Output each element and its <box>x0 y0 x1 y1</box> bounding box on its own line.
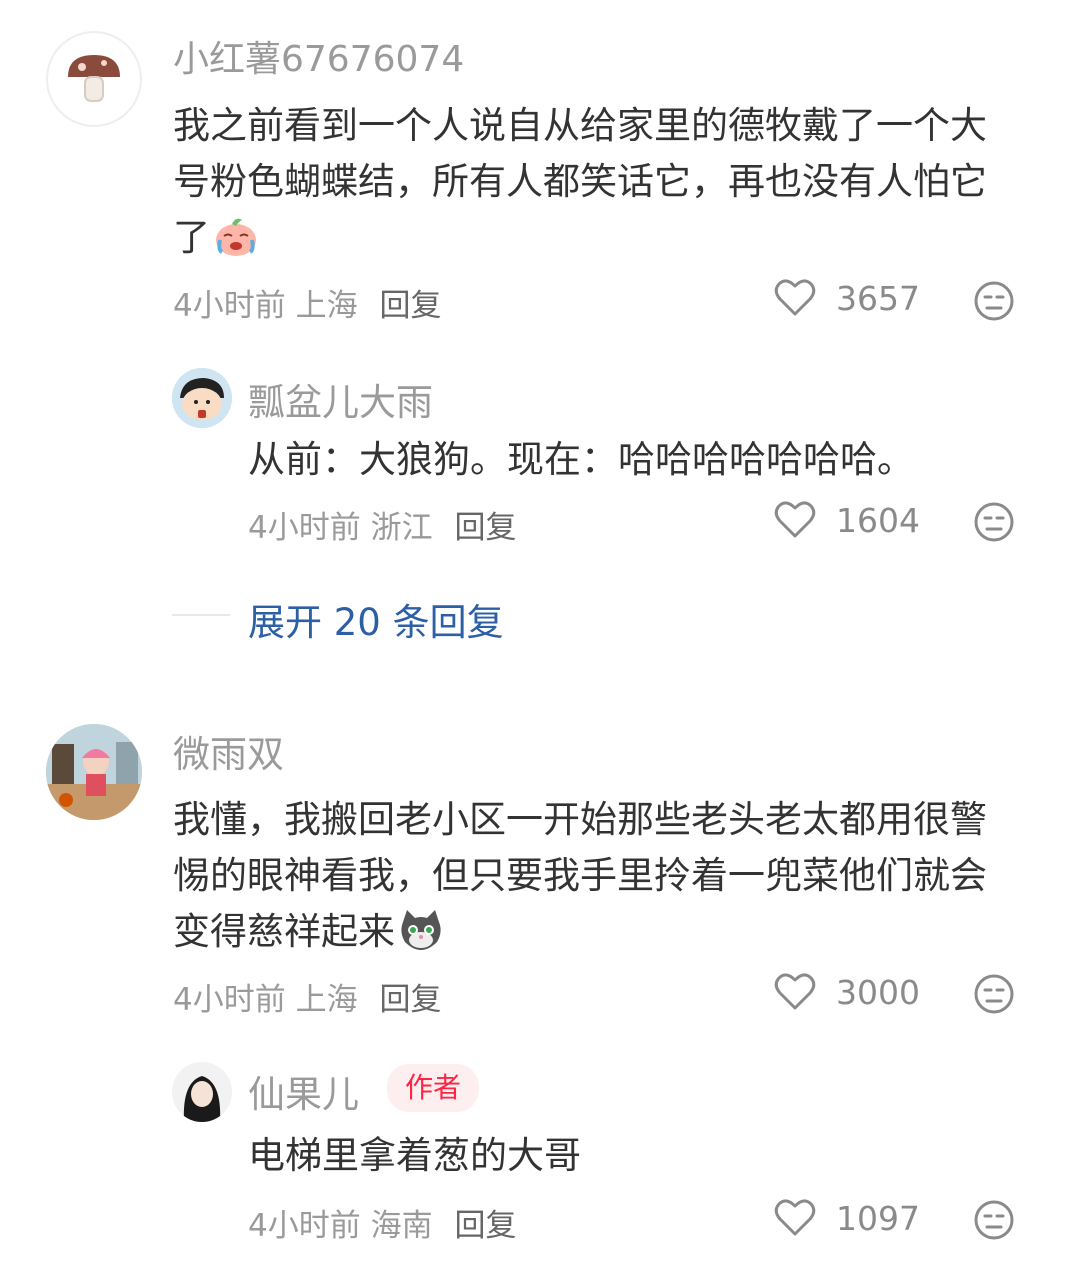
crying-laughing-emoji-icon <box>212 214 260 274</box>
meh-face-icon <box>974 281 1014 321</box>
mushroom-avatar-icon <box>68 55 120 102</box>
avatar[interactable] <box>46 724 142 820</box>
dislike-button[interactable] <box>973 280 1015 326</box>
girl-avatar-icon <box>172 1062 232 1122</box>
reply-location: 浙江 <box>370 510 433 546</box>
reply-button[interactable]: 回复 <box>454 1208 516 1244</box>
like-button[interactable]: 1097 <box>774 1198 920 1238</box>
meh-face-icon <box>974 974 1014 1014</box>
comment-location: 上海 <box>295 288 358 324</box>
cartoon-boy-avatar-icon <box>172 368 232 428</box>
author-badge: 作者 <box>387 1064 480 1112</box>
avatar[interactable] <box>172 368 232 428</box>
comment-meta: 4小时前 上海 回复 <box>173 974 441 1019</box>
heart-outline-icon <box>774 1199 816 1236</box>
reply-button[interactable]: 回复 <box>379 982 441 1018</box>
expand-divider <box>172 614 230 616</box>
reply-username[interactable]: 仙果儿 <box>248 1064 359 1118</box>
meh-face-icon <box>974 1200 1014 1240</box>
heart-outline-icon <box>774 279 816 316</box>
game-character-avatar-icon <box>46 724 142 820</box>
like-count: 1604 <box>836 500 920 540</box>
comment-time: 4小时前 <box>173 982 286 1018</box>
dislike-button[interactable] <box>973 973 1015 1019</box>
reply-time: 4小时前 <box>248 1208 361 1244</box>
comment-username[interactable]: 微雨双 <box>173 724 284 778</box>
avatar[interactable] <box>46 31 142 127</box>
comment-time: 4小时前 <box>173 288 286 324</box>
expand-replies-button[interactable]: 展开 20 条回复 <box>248 592 504 646</box>
reply-text: 电梯里拿着葱的大哥 <box>248 1134 581 1177</box>
comment-text: 我之前看到一个人说自从给家里的德牧戴了一个大号粉色蝴蝶结，所有人都笑话它，再也没… <box>173 98 1018 274</box>
reply-time: 4小时前 <box>248 510 361 546</box>
dislike-button[interactable] <box>973 1199 1015 1245</box>
comment-location: 上海 <box>295 982 358 1018</box>
cat-face-emoji-icon <box>397 908 445 968</box>
like-count: 3000 <box>836 972 920 1012</box>
meh-face-icon <box>974 502 1014 542</box>
comment-text-content: 我之前看到一个人说自从给家里的德牧戴了一个大号粉色蝴蝶结，所有人都笑话它，再也没… <box>173 104 987 259</box>
reply-button[interactable]: 回复 <box>379 288 441 324</box>
like-button[interactable]: 1604 <box>774 500 920 540</box>
comment-text: 我懂，我搬回老小区一开始那些老头老太都用很警惕的眼神看我，但只要我手里拎着一兜菜… <box>173 792 1018 968</box>
heart-outline-icon <box>774 973 816 1010</box>
avatar[interactable] <box>172 1062 232 1122</box>
like-button[interactable]: 3000 <box>774 972 920 1012</box>
comment-username[interactable]: 小红薯67676074 <box>173 30 464 82</box>
like-count: 3657 <box>836 278 920 318</box>
reply-meta: 4小时前 浙江 回复 <box>248 502 516 547</box>
like-button[interactable]: 3657 <box>774 278 920 318</box>
reply-text: 从前：大狼狗。现在：哈哈哈哈哈哈哈。 <box>248 438 914 481</box>
reply-button[interactable]: 回复 <box>454 510 516 546</box>
comment-meta: 4小时前 上海 回复 <box>173 280 441 325</box>
like-count: 1097 <box>836 1198 920 1238</box>
comment-text-content: 我懂，我搬回老小区一开始那些老头老太都用很警惕的眼神看我，但只要我手里拎着一兜菜… <box>173 798 987 953</box>
reply-location: 海南 <box>370 1208 433 1244</box>
dislike-button[interactable] <box>973 501 1015 547</box>
heart-outline-icon <box>774 501 816 538</box>
reply-username[interactable]: 瓢盆儿大雨 <box>248 372 433 426</box>
reply-meta: 4小时前 海南 回复 <box>248 1200 516 1245</box>
